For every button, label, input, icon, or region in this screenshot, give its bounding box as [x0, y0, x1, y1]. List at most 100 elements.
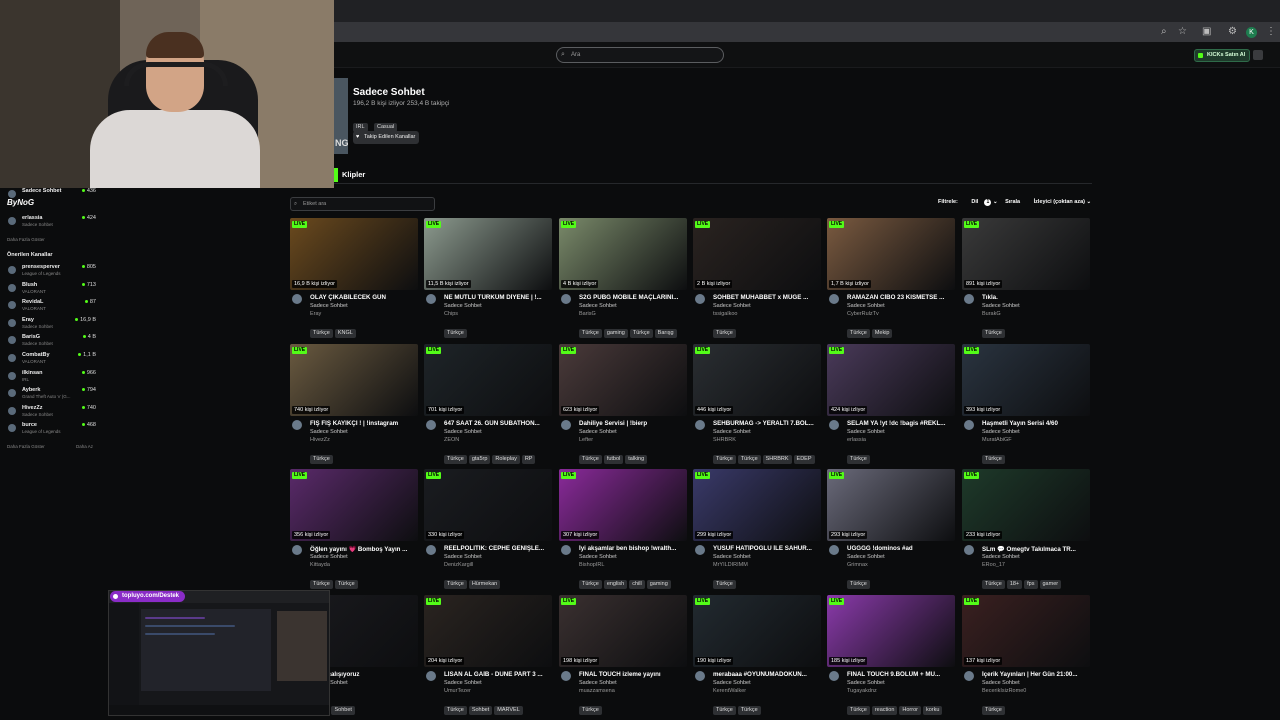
buy-kicks-button[interactable]: KICKs Satın Al — [1194, 49, 1251, 62]
stream-card[interactable]: LIVE 185 kişi izliyor FINAL TOUCH 9.BÖLÜM … — [827, 595, 955, 715]
star-icon[interactable]: ☆ — [1178, 26, 1187, 37]
stream-tag[interactable]: reaction — [871, 706, 898, 715]
stream-tag[interactable]: Türkçe — [713, 706, 736, 715]
channel-name[interactable]: tssigalkoo — [713, 311, 737, 317]
profile-avatar[interactable]: K — [1246, 27, 1257, 38]
stream-tag[interactable]: Türkçe — [310, 455, 333, 464]
stream-thumbnail[interactable]: LIVE 198 kişi izliyor — [559, 595, 687, 667]
stream-tag[interactable]: Türkçe — [444, 455, 467, 464]
stream-tag[interactable]: Türkçe — [847, 580, 870, 589]
stream-tag[interactable]: Türkçe — [334, 580, 358, 589]
channel-name[interactable]: ZEON — [444, 437, 459, 443]
stream-tag[interactable]: Horror — [899, 706, 921, 715]
stream-card[interactable]: LIVE 740 kişi izliyor FIŞ FIŞ KAYIKÇI ! | … — [290, 344, 418, 464]
avatar[interactable] — [426, 420, 436, 430]
stream-card[interactable]: LIVE 233 kişi izliyor SLm 💬 Omegtv Takılma… — [962, 469, 1090, 589]
stream-thumbnail[interactable]: LIVE 623 kişi izliyor — [559, 344, 687, 416]
stream-tag[interactable]: Barışg — [654, 329, 677, 338]
stream-card[interactable]: LIVE 4 B kişi izliyor S2G PUBG MOBILE MAÇL… — [559, 218, 687, 338]
avatar[interactable] — [292, 420, 302, 430]
avatar[interactable] — [695, 545, 705, 555]
stream-card[interactable]: LIVE 623 kişi izliyor Dahiliye Servisi | !… — [559, 344, 687, 464]
stream-title[interactable]: Dahiliye Servisi | !bierp — [579, 420, 687, 427]
stream-title[interactable]: Haşmetli Yayın Serisi 4/60 — [982, 420, 1090, 427]
show-more-link[interactable]: Daha Fazla Göster — [7, 237, 45, 242]
stream-card[interactable]: LIVE 330 kişi izliyor REELPOLITIK: CEPHE G… — [424, 469, 552, 589]
stream-thumbnail[interactable]: LIVE 701 kişi izliyor — [424, 344, 552, 416]
stream-thumbnail[interactable]: LIVE 11,5 B kişi izliyor — [424, 218, 552, 290]
channel-name[interactable]: UmurTezer — [444, 688, 471, 694]
stream-title[interactable]: FINAL TOUCH 9.BÖLÜM + MU... — [847, 671, 955, 678]
stream-card[interactable]: LIVE 293 kişi izliyor UĞĞĞĞ !dominos #ad Sa… — [827, 469, 955, 589]
settings-icon[interactable]: ⚙ — [1228, 26, 1237, 37]
avatar[interactable] — [695, 420, 705, 430]
avatar[interactable] — [964, 671, 974, 681]
avatar[interactable] — [292, 545, 302, 555]
stream-thumbnail[interactable]: LIVE 137 kişi izliyor — [962, 595, 1090, 667]
stream-tag[interactable]: EDEP — [793, 455, 815, 464]
stream-card[interactable]: LIVE 891 kişi izliyor Tıkla. Sadece Sohbet B… — [962, 218, 1090, 338]
stream-category[interactable]: Sadece Sohbet — [982, 554, 1020, 560]
stream-category[interactable]: Sadece Sohbet — [310, 303, 348, 309]
avatar[interactable] — [426, 294, 436, 304]
stream-category[interactable]: Sadece Sohbet — [713, 429, 751, 435]
stream-tag[interactable]: Türkçe — [713, 329, 736, 338]
language-filter[interactable]: Dil 1 ⌄ — [965, 199, 998, 206]
stream-thumbnail[interactable]: LIVE 185 kişi izliyor — [827, 595, 955, 667]
channel-name[interactable]: Tugayakdnz — [847, 688, 877, 694]
stream-tag[interactable]: Türkçe — [982, 329, 1005, 338]
channel-name[interactable]: HivezZz — [310, 437, 330, 443]
stream-category[interactable]: Sadece Sohbet — [982, 680, 1020, 686]
sidebar-item[interactable]: ilkinsan IRL 966 — [8, 370, 96, 388]
avatar[interactable] — [964, 420, 974, 430]
sidebar-item[interactable]: burce League of Legends 468 — [8, 422, 96, 440]
stream-category[interactable]: Sadece Sohbet — [310, 554, 348, 560]
channel-name[interactable]: BecerikIsizRome0 — [982, 688, 1026, 694]
stream-title[interactable]: İçerik Yayınları | Her Gün 21:00... — [982, 671, 1090, 678]
stream-tag[interactable]: Türkçe — [310, 329, 333, 338]
avatar[interactable] — [829, 671, 839, 681]
stream-tag[interactable]: RP — [521, 455, 536, 464]
stream-thumbnail[interactable]: LIVE 740 kişi izliyor — [290, 344, 418, 416]
notification-icon[interactable] — [1253, 50, 1263, 60]
stream-title[interactable]: SOHBET MUHABBET x MÜGE ... — [713, 294, 821, 301]
channel-name[interactable]: BarisG — [579, 311, 596, 317]
stream-tag[interactable]: Türkçe — [713, 580, 736, 589]
tab-clips[interactable]: Klipler — [342, 170, 365, 179]
stream-title[interactable]: merabaaa #OYUNUMADOKUN... — [713, 671, 821, 678]
stream-category[interactable]: Sadece Sohbet — [847, 554, 885, 560]
stream-thumbnail[interactable]: LIVE 307 kişi izliyor — [559, 469, 687, 541]
avatar[interactable] — [695, 294, 705, 304]
avatar[interactable] — [561, 420, 571, 430]
avatar[interactable] — [695, 671, 705, 681]
stream-thumbnail[interactable]: LIVE 446 kişi izliyor — [693, 344, 821, 416]
stream-title[interactable]: LİSAN AL GAİB - DUNE PART 3 ... — [444, 671, 552, 678]
stream-tag[interactable]: MARVEL — [494, 706, 523, 715]
channel-name[interactable]: erlassia — [847, 437, 866, 443]
stream-card[interactable]: LIVE 137 kişi izliyor İçerik Yayınları | H… — [962, 595, 1090, 715]
stream-title[interactable]: OLAY ÇIKABİLECEK GÜN — [310, 294, 418, 301]
stream-category[interactable]: Sadece Sohbet — [444, 554, 482, 560]
stream-title[interactable]: SLm 💬 Omegtv Takılmaca TR... — [982, 545, 1090, 553]
stream-tag[interactable]: Türkçe — [579, 329, 602, 338]
stream-tag[interactable]: Türkçe — [579, 706, 602, 715]
sort-dropdown[interactable]: İzleyici (çoktan aza) ⌄ — [1028, 199, 1092, 205]
avatar[interactable] — [561, 671, 571, 681]
stream-category[interactable]: Sadece Sohbet — [982, 429, 1020, 435]
sidebar-item[interactable]: Blush VALORANT 713 — [8, 282, 96, 300]
stream-thumbnail[interactable]: LIVE 330 kişi izliyor — [424, 469, 552, 541]
stream-tag[interactable]: Türkçe — [847, 455, 870, 464]
stream-title[interactable]: Öğlen yayını 💗 Bomboş Yayın ... — [310, 545, 418, 553]
stream-card[interactable]: LIVE 1,7 B kişi izliyor RAMAZAN CİBO 23 KI… — [827, 218, 955, 338]
channel-name[interactable]: muazzamsena — [579, 688, 615, 694]
channel-name[interactable]: Grimnax — [847, 562, 868, 568]
stream-tag[interactable]: Türkçe — [982, 455, 1005, 464]
stream-tag[interactable]: chill — [629, 580, 645, 589]
stream-thumbnail[interactable]: LIVE 299 kişi izliyor — [693, 469, 821, 541]
stream-category[interactable]: Sadece Sohbet — [847, 429, 885, 435]
stream-tag[interactable]: gamer — [1039, 580, 1062, 589]
stream-card[interactable]: LIVE 299 kişi izliyor YUSUF HATİPOĞLU İLE … — [693, 469, 821, 589]
stream-tag[interactable]: Türkçe — [982, 706, 1005, 715]
stream-tag[interactable]: Türkçe — [310, 580, 333, 589]
stream-title[interactable]: SELAM YA !yt !dc !bagis #REKL... — [847, 420, 955, 427]
